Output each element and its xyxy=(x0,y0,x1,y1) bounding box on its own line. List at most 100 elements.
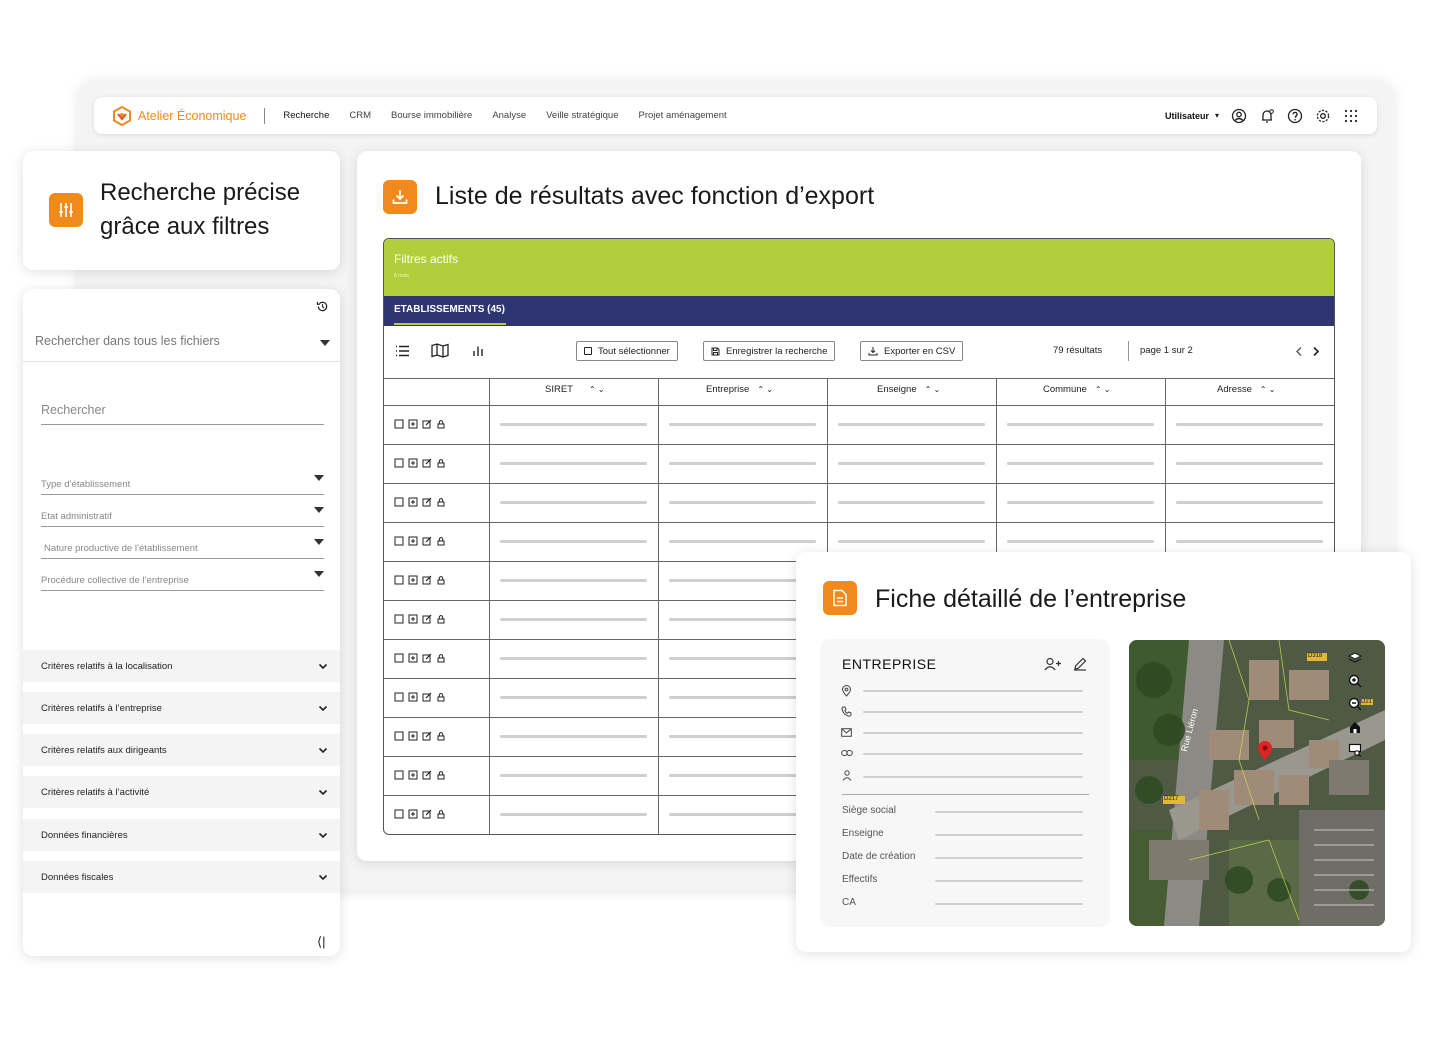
active-filters-band[interactable]: Filtres actifs 8 mots xyxy=(384,239,1334,296)
edit-row-icon[interactable] xyxy=(422,458,432,468)
row-checkbox-icon[interactable] xyxy=(394,419,404,429)
row-checkbox-icon[interactable] xyxy=(394,575,404,585)
lock-row-icon[interactable] xyxy=(436,614,446,624)
edit-row-icon[interactable] xyxy=(422,614,432,624)
expand-row-icon[interactable] xyxy=(408,770,418,780)
map-home-button[interactable] xyxy=(1343,717,1367,737)
lock-row-icon[interactable] xyxy=(436,731,446,741)
type-etablissement-select[interactable]: Type d’établissement xyxy=(41,479,130,490)
edit-row-icon[interactable] xyxy=(422,809,432,819)
edit-row-icon[interactable] xyxy=(422,692,432,702)
settings-icon[interactable] xyxy=(1315,108,1331,124)
lock-row-icon[interactable] xyxy=(436,536,446,546)
lock-row-icon[interactable] xyxy=(436,692,446,702)
column-header-siret[interactable]: SIRET ⌃ ⌄ xyxy=(545,384,605,395)
nav-item-projet-amenagement[interactable]: Projet aménagement xyxy=(638,110,726,121)
nav-item-analyse[interactable]: Analyse xyxy=(492,110,526,121)
collapse-panel-button[interactable]: ⟨| xyxy=(317,934,325,950)
help-icon[interactable] xyxy=(1287,108,1303,124)
next-page-icon[interactable] xyxy=(1312,346,1320,357)
row-checkbox-icon[interactable] xyxy=(394,497,404,507)
sort-arrows-icon[interactable]: ⌃ ⌄ xyxy=(757,385,773,394)
expand-row-icon[interactable] xyxy=(408,419,418,429)
criteria-localisation[interactable]: Critères relatifs à la localisation xyxy=(23,650,340,682)
nature-productive-chevron-icon[interactable] xyxy=(314,539,324,545)
nature-productive-select[interactable]: Nature productive de l’établissement xyxy=(44,543,198,554)
criteria-activite[interactable]: Critères relatifs à l’activité xyxy=(23,776,340,808)
map-search-area-button[interactable] xyxy=(1343,740,1367,760)
row-checkbox-icon[interactable] xyxy=(394,731,404,741)
edit-row-icon[interactable] xyxy=(422,770,432,780)
user-menu[interactable]: Utilisateur xyxy=(1165,111,1209,121)
file-scope-chevron-icon[interactable] xyxy=(320,340,330,346)
edit-row-icon[interactable] xyxy=(422,497,432,507)
edit-row-icon[interactable] xyxy=(422,653,432,663)
column-header-enseigne[interactable]: Enseigne ⌃ ⌄ xyxy=(877,384,940,395)
nav-item-veille-strategique[interactable]: Veille stratégique xyxy=(546,110,618,121)
lock-row-icon[interactable] xyxy=(436,809,446,819)
edit-icon[interactable] xyxy=(1073,657,1087,671)
previous-page-icon[interactable] xyxy=(1295,346,1303,357)
sort-arrows-icon[interactable]: ⌃ ⌄ xyxy=(925,385,941,394)
criteria-donnees-financieres[interactable]: Données financières xyxy=(23,819,340,851)
sort-arrows-icon[interactable]: ⌃ ⌄ xyxy=(589,385,605,394)
add-contact-icon[interactable] xyxy=(1044,657,1062,671)
search-input[interactable]: Rechercher xyxy=(41,403,106,417)
apps-grid-icon[interactable] xyxy=(1343,108,1359,124)
nav-item-bourse-immobiliere[interactable]: Bourse immobilière xyxy=(391,110,472,121)
user-menu-caret-icon[interactable]: ▾ xyxy=(1215,111,1219,120)
edit-row-icon[interactable] xyxy=(422,419,432,429)
criteria-dirigeants[interactable]: Critères relatifs aux dirigeants xyxy=(23,734,340,766)
expand-row-icon[interactable] xyxy=(408,692,418,702)
map-zoom-out-button[interactable] xyxy=(1343,694,1367,714)
expand-row-icon[interactable] xyxy=(408,536,418,546)
nav-item-recherche[interactable]: Recherche xyxy=(283,110,329,121)
map-view-icon[interactable] xyxy=(431,343,449,358)
row-checkbox-icon[interactable] xyxy=(394,458,404,468)
save-search-button[interactable]: Enregistrer la recherche xyxy=(703,341,836,361)
procedure-collective-select[interactable]: Procédure collective de l’entreprise xyxy=(41,575,189,586)
criteria-donnees-fiscales[interactable]: Données fiscales xyxy=(23,861,340,893)
chart-view-icon[interactable] xyxy=(472,345,484,357)
expand-row-icon[interactable] xyxy=(408,614,418,624)
tab-etablissements[interactable]: ETABLISSEMENTS (45) xyxy=(394,304,505,315)
file-scope-select[interactable]: Rechercher dans tous les fichiers xyxy=(35,334,220,348)
user-circle-icon[interactable] xyxy=(1231,108,1247,124)
row-checkbox-icon[interactable] xyxy=(394,536,404,546)
expand-row-icon[interactable] xyxy=(408,731,418,741)
brand-logo[interactable]: Atelier Économique xyxy=(112,105,246,126)
row-checkbox-icon[interactable] xyxy=(394,692,404,702)
column-header-adresse[interactable]: Adresse ⌃ ⌄ xyxy=(1217,384,1276,395)
edit-row-icon[interactable] xyxy=(422,536,432,546)
procedure-collective-chevron-icon[interactable] xyxy=(314,571,324,577)
export-csv-button[interactable]: Exporter en CSV xyxy=(860,341,964,361)
lock-row-icon[interactable] xyxy=(436,497,446,507)
history-icon[interactable] xyxy=(316,300,329,313)
expand-row-icon[interactable] xyxy=(408,497,418,507)
expand-row-icon[interactable] xyxy=(408,809,418,819)
type-etablissement-chevron-icon[interactable] xyxy=(314,475,324,481)
criteria-entreprise[interactable]: Critères relatifs à l’entreprise xyxy=(23,692,340,724)
edit-row-icon[interactable] xyxy=(422,731,432,741)
edit-row-icon[interactable] xyxy=(422,575,432,585)
expand-row-icon[interactable] xyxy=(408,458,418,468)
bell-icon[interactable] xyxy=(1259,108,1275,124)
lock-row-icon[interactable] xyxy=(436,458,446,468)
row-checkbox-icon[interactable] xyxy=(394,614,404,624)
nav-item-crm[interactable]: CRM xyxy=(349,110,371,121)
lock-row-icon[interactable] xyxy=(436,770,446,780)
lock-row-icon[interactable] xyxy=(436,575,446,585)
column-header-commune[interactable]: Commune ⌃ ⌄ xyxy=(1043,384,1110,395)
etat-administratif-select[interactable]: Etat administratif xyxy=(41,511,112,522)
column-header-entreprise[interactable]: Entreprise ⌃ ⌄ xyxy=(706,384,773,395)
row-checkbox-icon[interactable] xyxy=(394,770,404,780)
map-layers-button[interactable] xyxy=(1343,648,1367,668)
etat-administratif-chevron-icon[interactable] xyxy=(314,507,324,513)
lock-row-icon[interactable] xyxy=(436,419,446,429)
sort-arrows-icon[interactable]: ⌃ ⌄ xyxy=(1095,385,1111,394)
lock-row-icon[interactable] xyxy=(436,653,446,663)
expand-row-icon[interactable] xyxy=(408,653,418,663)
map-zoom-in-button[interactable] xyxy=(1343,671,1367,691)
company-map[interactable]: Rue Liéron D318 D217 D217 xyxy=(1129,640,1385,926)
list-view-icon[interactable] xyxy=(395,345,410,357)
